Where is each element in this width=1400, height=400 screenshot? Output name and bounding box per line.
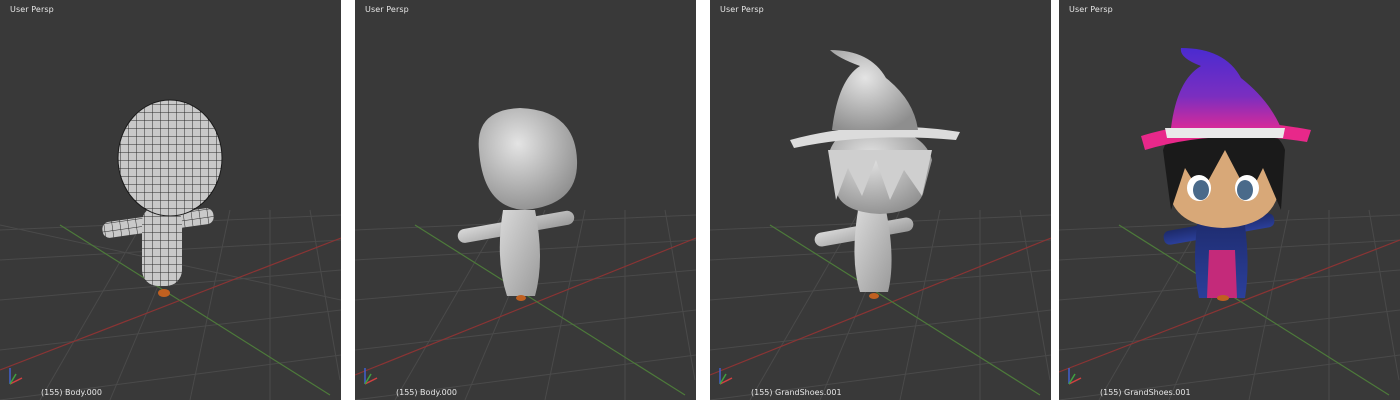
- character-textured: [1141, 48, 1311, 301]
- character-solid: [457, 108, 578, 301]
- viewport-textured[interactable]: User Persp (155) GrandShoes.001: [1059, 0, 1400, 400]
- scene-canvas: [355, 108, 696, 400]
- character-mesh: [102, 99, 223, 297]
- viewport-solid-hat[interactable]: User Persp (155) GrandShoes.001: [710, 0, 1051, 400]
- view-mode-label: User Persp: [10, 5, 54, 14]
- y-axis-line: [59, 224, 331, 396]
- view-mode-label: User Persp: [720, 5, 764, 14]
- y-axis-line: [769, 224, 1041, 396]
- scene-canvas: [710, 50, 1051, 400]
- axis-gizmo-icon: [1068, 368, 1082, 385]
- object-status: (155) Body.000: [41, 388, 102, 397]
- view-mode-label: User Persp: [1069, 5, 1113, 14]
- character-solid-hat: [790, 50, 960, 299]
- viewport-solid[interactable]: User Persp (155) Body.000: [355, 0, 696, 400]
- scene-canvas: [1059, 48, 1400, 400]
- y-axis-line: [414, 224, 686, 396]
- y-axis-line: [1118, 224, 1390, 396]
- viewport-wireframe[interactable]: User Persp (155) Body.000: [0, 0, 341, 400]
- object-status: (155) GrandShoes.001: [1100, 388, 1191, 397]
- scene-canvas: [0, 99, 341, 400]
- object-status: (155) Body.000: [396, 388, 457, 397]
- object-status: (155) GrandShoes.001: [751, 388, 842, 397]
- view-mode-label: User Persp: [365, 5, 409, 14]
- axis-gizmo-icon: [9, 368, 23, 385]
